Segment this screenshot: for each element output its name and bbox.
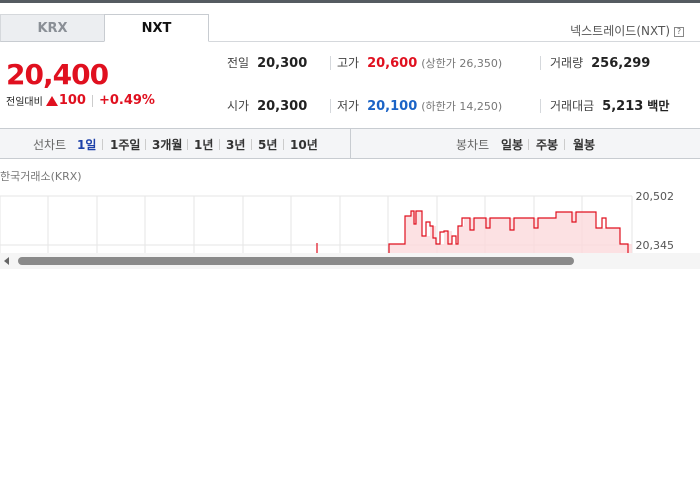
change-percent: +0.49% (98, 93, 155, 108)
change-value: 100 (58, 93, 86, 108)
tab-krx[interactable]: KRX (0, 14, 105, 42)
period-1d[interactable]: 1일 (77, 136, 96, 153)
divider (251, 139, 252, 150)
help-icon[interactable]: ? (674, 27, 684, 37)
candle-weekly[interactable]: 주봉 (536, 136, 558, 153)
divider (283, 139, 284, 150)
scroll-left-icon[interactable] (4, 257, 9, 265)
divider (564, 139, 565, 150)
up-arrow-icon (45, 95, 58, 106)
stat-volume: 거래량 256,299 (550, 54, 650, 71)
stat-unit: 백만 (647, 99, 670, 113)
divider (540, 99, 541, 113)
candle-monthly[interactable]: 월봉 (573, 136, 595, 153)
divider (330, 56, 331, 70)
period-3m[interactable]: 3개월 (152, 136, 182, 153)
stat-low: 저가 20,100 (하한가 14,250) (337, 97, 502, 114)
stat-value: 20,300 (257, 56, 308, 71)
divider (187, 139, 188, 150)
divider (330, 99, 331, 113)
period-1w[interactable]: 1주일 (110, 136, 140, 153)
horizontal-scrollbar[interactable] (0, 253, 700, 269)
stat-label: 거래량 (550, 56, 584, 70)
stat-label: 전일 (227, 56, 250, 70)
nxt-info-link[interactable]: 넥스트레이드(NXT)? (570, 22, 684, 39)
period-10y[interactable]: 10년 (290, 136, 318, 153)
line-chart-label: 선차트 (33, 138, 67, 152)
stat-label: 고가 (337, 56, 360, 70)
candle-daily[interactable]: 일봉 (501, 136, 523, 153)
price-chart-svg (0, 195, 633, 256)
stat-label: 거래대금 (550, 99, 595, 113)
stat-sub: (상한가 26,350) (421, 57, 503, 70)
stat-value: 256,299 (591, 56, 651, 71)
stat-prev-close: 전일 20,300 (227, 54, 307, 71)
tab-baseline (209, 41, 700, 42)
stock-stats: 전일 20,300 고가 20,600 (상한가 26,350) 거래량 256… (210, 48, 700, 128)
candle-chart-label: 봉차트 (456, 138, 490, 152)
stat-label: 시가 (227, 99, 250, 113)
divider (528, 139, 529, 150)
chart-source: 한국거래소(KRX) (0, 170, 82, 183)
scrollbar-thumb[interactable] (18, 257, 574, 265)
y-tick-label: 20,345 (635, 239, 675, 252)
divider (350, 129, 351, 158)
stat-high: 고가 20,600 (상한가 26,350) (337, 54, 502, 71)
stat-value: 5,213 (602, 99, 644, 114)
stat-open: 시가 20,300 (227, 97, 307, 114)
top-border (0, 0, 700, 3)
stat-sub: (하한가 14,250) (421, 100, 503, 113)
chart-period-bar: 선차트 1일 1주일 3개월 1년 3년 5년 10년 봉차트 일봉 주봉 월봉 (0, 128, 700, 159)
price-change: 전일대비 100 +0.49% (6, 93, 155, 108)
period-5y[interactable]: 5년 (258, 136, 277, 153)
market-tabs: KRX NXT 넥스트레이드(NXT)? (0, 14, 700, 42)
divider (91, 94, 93, 107)
nxt-info-label: 넥스트레이드(NXT) (570, 24, 670, 38)
tab-nxt[interactable]: NXT (104, 14, 209, 42)
period-1y[interactable]: 1년 (194, 136, 213, 153)
divider (102, 139, 103, 150)
change-label: 전일대비 (6, 97, 43, 108)
current-price: 20,400 (6, 58, 109, 91)
stat-amount: 거래대금 5,213 백만 (550, 97, 669, 114)
stat-value: 20,600 (367, 56, 418, 71)
divider (219, 139, 220, 150)
y-tick-label: 20,502 (635, 190, 675, 203)
period-3y[interactable]: 3년 (226, 136, 245, 153)
price-chart: 20,502 20,345 (0, 186, 700, 256)
stat-value: 20,300 (257, 99, 308, 114)
divider (145, 139, 146, 150)
divider (540, 56, 541, 70)
stat-label: 저가 (337, 99, 360, 113)
stat-value: 20,100 (367, 99, 418, 114)
